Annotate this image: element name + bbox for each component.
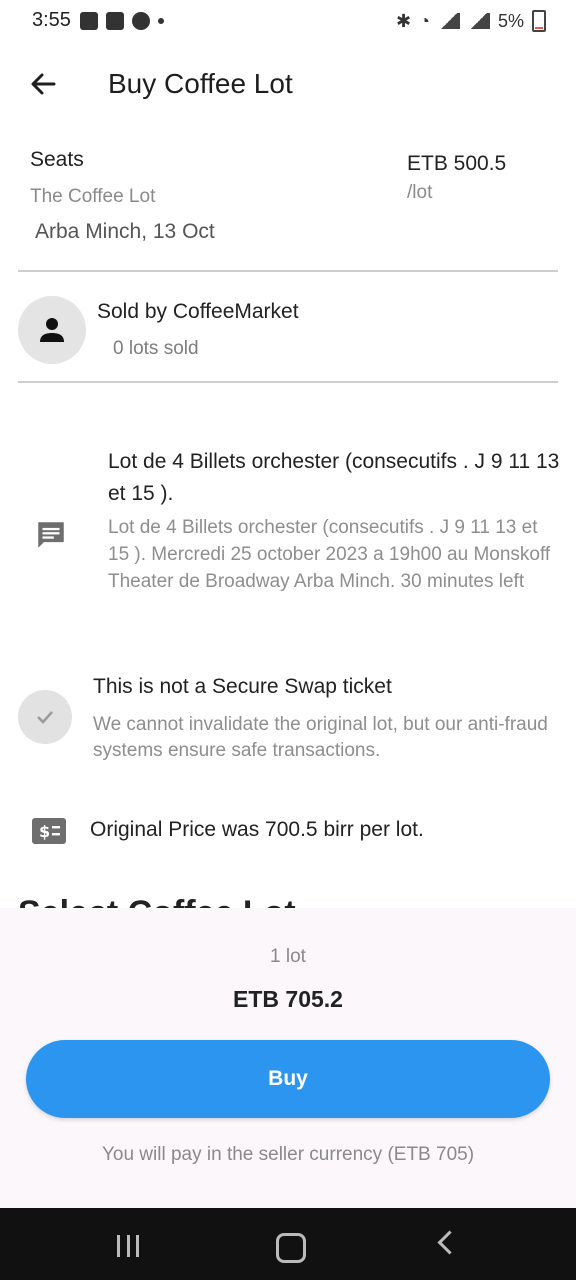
signal-icon: [437, 13, 460, 29]
currency-note: You will pay in the seller currency (ETB…: [101, 1144, 475, 1165]
secure-swap-subtitle: We cannot invalidate the original lot, b…: [93, 714, 548, 761]
seller-name: Sold by CoffeeMarket: [97, 300, 299, 323]
app-bar: Buy Coffee Lot: [0, 44, 576, 124]
system-back-button[interactable]: [437, 1230, 462, 1255]
lot-price: ETB 500.5: [407, 152, 507, 175]
price-unit: /lot: [407, 182, 433, 203]
recent-apps-button[interactable]: [117, 1235, 139, 1257]
system-nav-bar: [0, 1208, 576, 1280]
description-body: Lot de 4 Billets orchester (consecutifs …: [108, 517, 551, 592]
battery-icon: [532, 10, 546, 32]
home-button[interactable]: [276, 1233, 306, 1263]
seller-avatar[interactable]: [18, 296, 86, 364]
description-title: Lot de 4 Billets orchester (consecutifs …: [108, 450, 560, 505]
status-time: 3:55: [32, 9, 71, 31]
buy-button[interactable]: Buy: [26, 1040, 550, 1118]
back-button[interactable]: [24, 64, 64, 104]
alert-icon: [106, 12, 124, 30]
bluetooth-icon: ✱: [396, 10, 412, 31]
place-date: Arba Minch, 13 Oct: [35, 220, 215, 243]
divider: [18, 270, 558, 272]
arrow-left-icon: [31, 73, 56, 95]
system-icons: ✱ ◔ 5%: [396, 10, 546, 32]
message-icon: [38, 522, 64, 548]
section-label: Seats: [30, 148, 84, 171]
secure-swap-title: This is not a Secure Swap ticket: [93, 675, 392, 698]
status-bar: 3:55 ✱ ◔ 5%: [0, 0, 576, 44]
battery-percent: 5%: [497, 10, 524, 31]
lot-name: The Coffee Lot: [30, 186, 156, 207]
price-tag-icon: $: [32, 818, 66, 844]
reddit-icon: [132, 12, 150, 30]
page-title: Buy Coffee Lot: [108, 68, 293, 99]
select-lot-heading: Select Coffee Lot: [18, 894, 296, 908]
lot-quantity: 1 lot: [270, 946, 306, 967]
lot-details[interactable]: Seats The Coffee Lot Arba Minch, 13 Oct …: [0, 124, 576, 908]
more-dot-icon: [158, 18, 164, 24]
secure-swap-status: [18, 690, 72, 744]
person-icon: [40, 318, 64, 342]
lots-sold: 0 lots sold: [113, 338, 199, 359]
check-icon: [37, 711, 53, 724]
wifi-icon: ◔: [419, 10, 430, 31]
checkout-sheet: 1 lot ETB 705.2 Buy You will pay in the …: [0, 908, 576, 1208]
total-price: ETB 705.2: [233, 986, 343, 1012]
gallery-icon: [80, 12, 98, 30]
divider: [18, 381, 558, 383]
svg-text:$: $: [39, 822, 50, 841]
original-price: Original Price was 700.5 birr per lot.: [90, 818, 424, 841]
signal-lte-icon: [467, 13, 490, 29]
notification-icons: [80, 12, 164, 30]
